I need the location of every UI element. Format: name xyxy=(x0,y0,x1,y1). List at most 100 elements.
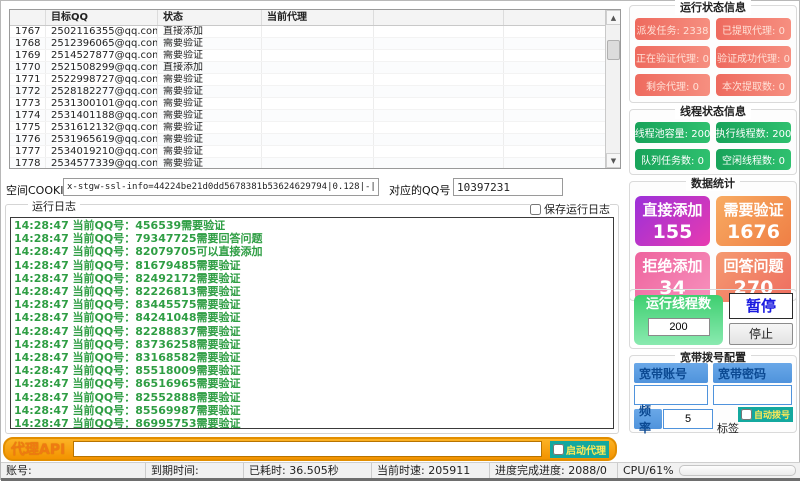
broadband-password-input[interactable] xyxy=(713,385,792,405)
log-line: 14:28:47 当前QQ号：85518009需要验证 xyxy=(14,364,610,377)
header-target-qq[interactable]: 目标QQ xyxy=(46,10,158,25)
header-current-proxy[interactable]: 当前代理 xyxy=(262,10,374,25)
qq-number-input[interactable] xyxy=(453,178,563,196)
row-current-proxy xyxy=(262,98,374,109)
table-header[interactable]: 目标QQ 状态 当前代理 xyxy=(10,10,620,26)
scrollbar-thumb[interactable] xyxy=(607,40,620,60)
row-spare1 xyxy=(374,26,504,37)
save-log-label: 保存运行日志 xyxy=(544,201,610,217)
table-row[interactable]: 1773 2531300101@qq.com 需要验证 xyxy=(10,98,620,110)
log-line: 14:28:47 当前QQ号：79347725需要回答问题 xyxy=(14,232,610,245)
table-row[interactable]: 1776 2531965619@qq.com 需要验证 xyxy=(10,134,620,146)
status-progress: 进度完成进度: 2088/0 xyxy=(490,463,618,479)
scroll-up-icon[interactable]: ▲ xyxy=(606,10,621,25)
row-status: 需要验证 xyxy=(158,110,262,121)
row-target-qq: 2531965619@qq.com xyxy=(46,134,158,145)
header-index[interactable] xyxy=(10,10,46,25)
row-spare1 xyxy=(374,146,504,157)
table-row[interactable]: 1771 2522998727@qq.com 需要验证 xyxy=(10,74,620,86)
row-target-qq: 2531401188@qq.com xyxy=(46,110,158,121)
row-index: 1767 xyxy=(10,26,46,37)
status-elapsed: 已耗时: 36.505秒 xyxy=(244,463,372,479)
table-row[interactable]: 1772 2528182277@qq.com 需要验证 xyxy=(10,86,620,98)
row-target-qq: 2514527877@qq.com xyxy=(46,50,158,61)
proxy-api-input[interactable] xyxy=(73,441,542,457)
row-spare2 xyxy=(504,86,620,97)
data-stats-group: 数据统计 直接添加 155 需要验证 1676 拒绝添加 34 回答 xyxy=(629,181,797,301)
table-row[interactable]: 1770 2521508299@qq.com 直接添加 xyxy=(10,62,620,74)
log-line: 14:28:47 当前QQ号：82226813需要验证 xyxy=(14,285,610,298)
running-threads-label: 运行线程数 xyxy=(634,295,723,315)
run-status-title: 运行状态信息 xyxy=(675,0,751,15)
auto-proxy-label: 启动代理 xyxy=(566,442,606,457)
auto-proxy-checkbox-input[interactable] xyxy=(553,444,564,455)
row-current-proxy xyxy=(262,86,374,97)
row-spare2 xyxy=(504,158,620,169)
table-row[interactable]: 1775 2531612132@qq.com 需要验证 xyxy=(10,122,620,134)
log-line: 14:28:47 当前QQ号：82288837需要验证 xyxy=(14,325,610,338)
row-current-proxy xyxy=(262,158,374,169)
save-log-checkbox[interactable]: 保存运行日志 xyxy=(530,201,610,217)
log-line: 14:28:47 当前QQ号：82552888需要验证 xyxy=(14,391,610,404)
row-index: 1770 xyxy=(10,62,46,73)
table-row[interactable]: 1769 2514527877@qq.com 需要验证 xyxy=(10,50,620,62)
row-current-proxy xyxy=(262,74,374,85)
row-spare2 xyxy=(504,134,620,145)
table-row[interactable]: 1778 2534577339@qq.com 需要验证 xyxy=(10,158,620,169)
row-index: 1768 xyxy=(10,38,46,49)
auto-dial-checkbox[interactable]: 自动拨号 xyxy=(738,407,793,422)
frequency-input[interactable] xyxy=(663,409,713,429)
frequency-label: 频率 xyxy=(634,409,662,429)
thread-status-group: 线程状态信息 线程池容量: 200 执行线程数: 200 队列任务数: 0 空闲… xyxy=(629,109,797,175)
proxy-api-bar: 代理API 启动代理 xyxy=(3,437,617,461)
row-status: 需要验证 xyxy=(158,38,262,49)
table-row[interactable]: 1767 2502116355@qq.com 直接添加 xyxy=(10,26,620,38)
row-spare2 xyxy=(504,50,620,61)
row-spare2 xyxy=(504,98,620,109)
run-status-item: 本次提取数: 0 xyxy=(716,74,791,96)
pause-button[interactable]: 暂停 xyxy=(729,293,793,319)
run-status-item: 验证成功代理: 0 xyxy=(716,46,791,68)
tag-label: 标签 xyxy=(717,420,739,436)
row-spare2 xyxy=(504,62,620,73)
row-current-proxy xyxy=(262,134,374,145)
thread-status-buttons: 线程池容量: 200 执行线程数: 200 队列任务数: 0 空闲线程数: 0 xyxy=(635,122,791,170)
row-status: 需要验证 xyxy=(158,158,262,169)
row-status: 需要验证 xyxy=(158,74,262,85)
row-target-qq: 2531300101@qq.com xyxy=(46,98,158,109)
save-log-checkbox-input[interactable] xyxy=(530,204,541,215)
table-scrollbar[interactable]: ▲ ▼ xyxy=(605,10,620,168)
row-index: 1769 xyxy=(10,50,46,61)
table-row[interactable]: 1774 2531401188@qq.com 需要验证 xyxy=(10,110,620,122)
row-target-qq: 2521508299@qq.com xyxy=(46,62,158,73)
scroll-down-icon[interactable]: ▼ xyxy=(606,153,621,168)
table-row[interactable]: 1777 2534019210@qq.com 需要验证 xyxy=(10,146,620,158)
row-current-proxy xyxy=(262,122,374,133)
log-line: 14:28:47 当前QQ号：81679485需要验证 xyxy=(14,259,610,272)
status-bar: 账号: 到期时间: 已耗时: 36.505秒 当前时速: 205911 进度完成… xyxy=(1,462,800,478)
row-spare2 xyxy=(504,110,620,121)
stat-tile-value: 1676 xyxy=(716,220,791,244)
qq-number-label: 对应的QQ号 xyxy=(389,182,450,198)
stat-tile-label: 需要验证 xyxy=(716,200,791,220)
run-status-item: 剩余代理: 0 xyxy=(635,74,710,96)
cookie-input[interactable] xyxy=(63,178,379,196)
auto-dial-label: 自动拨号 xyxy=(754,408,790,421)
header-status[interactable]: 状态 xyxy=(158,10,262,25)
thread-status-title: 线程状态信息 xyxy=(675,103,751,119)
stat-tile-label: 回答问题 xyxy=(716,256,791,276)
table-row[interactable]: 1768 2512396065@qq.com 需要验证 xyxy=(10,38,620,50)
stop-button[interactable]: 停止 xyxy=(729,323,793,345)
row-current-proxy xyxy=(262,146,374,157)
results-table: 目标QQ 状态 当前代理 1767 2502116355@qq.com 直接添加… xyxy=(9,9,621,169)
cookie-label: 空间COOKIE xyxy=(6,182,70,198)
stat-tile: 需要验证 1676 xyxy=(716,196,791,246)
row-target-qq: 2512396065@qq.com xyxy=(46,38,158,49)
row-status: 直接添加 xyxy=(158,26,262,37)
thread-count-input[interactable] xyxy=(648,318,710,336)
status-account: 账号: xyxy=(1,463,146,479)
auto-dial-checkbox-input[interactable] xyxy=(741,409,752,420)
run-log-box[interactable]: 14:28:47 当前QQ号：456539需要验证 14:28:47 当前QQ号… xyxy=(10,217,614,429)
thread-status-item: 线程池容量: 200 xyxy=(635,122,710,143)
auto-proxy-checkbox[interactable]: 启动代理 xyxy=(550,441,609,458)
